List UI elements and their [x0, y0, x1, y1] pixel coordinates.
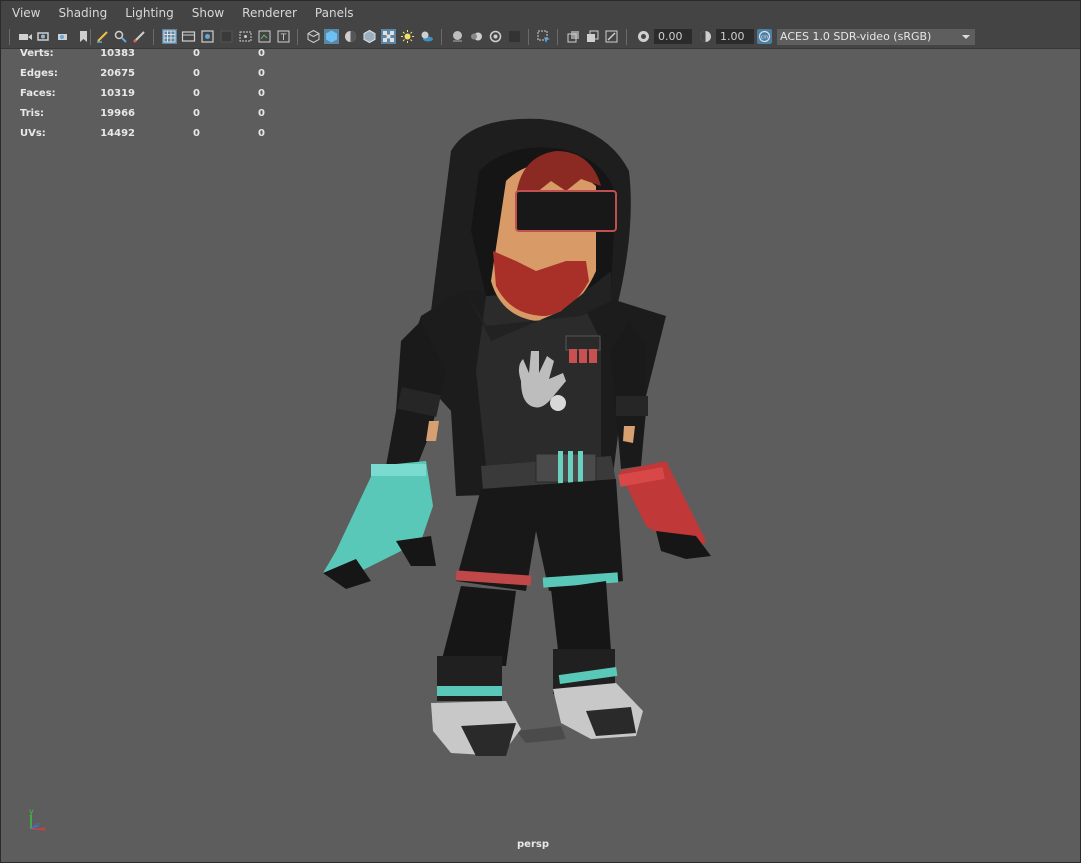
gate-mask-icon[interactable] [219, 29, 234, 44]
exposure-field[interactable]: 0.00 [654, 29, 692, 44]
axis-z-label: z [36, 821, 40, 829]
xray-active-icon[interactable] [585, 29, 600, 44]
axis-y-label: y [29, 807, 34, 816]
hud-row-uvs: UVs: 14492 0 0 [20, 128, 280, 148]
hud-row-faces: Faces: 10319 0 0 [20, 88, 280, 108]
multisample-aa-icon[interactable] [488, 29, 503, 44]
hud-row-verts: Verts: 10383 0 0 [20, 48, 280, 68]
hud-row-tris: Tris: 19966 0 0 [20, 108, 280, 128]
hud-label: Edges: [20, 68, 58, 79]
flat-shade-icon[interactable] [343, 29, 358, 44]
hud-value: 0 [193, 128, 200, 139]
grid-icon[interactable] [162, 29, 177, 44]
wireframe-icon[interactable] [306, 29, 321, 44]
menu-lighting[interactable]: Lighting [114, 1, 181, 26]
camera-lock-icon[interactable] [56, 29, 71, 44]
grease-pencil-icon[interactable] [95, 29, 110, 44]
menu-shading[interactable]: Shading [47, 1, 114, 26]
hud-label: Verts: [20, 48, 54, 59]
hud-value: 0 [258, 88, 265, 99]
safe-title-icon[interactable]: T [276, 29, 291, 44]
use-all-lights-icon[interactable] [400, 29, 415, 44]
hud-value: 0 [193, 88, 200, 99]
panel-menubar: View Shading Lighting Show Renderer Pane… [1, 1, 1080, 26]
toolbar-separator [557, 29, 558, 45]
gamma-field[interactable]: 1.00 [716, 29, 754, 44]
isolate-select-icon[interactable] [536, 29, 551, 44]
smooth-shade-icon[interactable] [324, 29, 339, 44]
wireframe-on-shaded-icon[interactable] [362, 29, 377, 44]
toolbar-separator [441, 29, 442, 45]
select-camera-icon[interactable] [18, 29, 33, 44]
depth-of-field-icon[interactable] [507, 29, 522, 44]
hud-value: 0 [258, 68, 265, 79]
toolbar-separator [626, 29, 627, 45]
menu-renderer[interactable]: Renderer [231, 1, 304, 26]
hud-value: 0 [258, 108, 265, 119]
hud-row-edges: Edges: 20675 0 0 [20, 68, 280, 88]
hud-value: 10319 [100, 88, 135, 99]
hud-label: Faces: [20, 88, 56, 99]
chevron-down-icon[interactable] [957, 29, 975, 45]
exposure-icon[interactable] [636, 29, 651, 44]
shadows-icon[interactable] [419, 29, 434, 44]
character-model[interactable] [311, 111, 731, 771]
toolbar-separator [9, 29, 10, 45]
color-management-dropdown[interactable]: ACES 1.0 SDR-video (sRGB) [777, 29, 975, 45]
hud-value: 0 [258, 48, 265, 59]
field-chart-icon[interactable] [238, 29, 253, 44]
toolbar-separator [297, 29, 298, 45]
axis-x-label: x [42, 825, 46, 833]
hud-label: UVs: [20, 128, 46, 139]
pencil-icon[interactable] [132, 29, 147, 44]
panel-toolbar: T 0.00 1.00 cm ACES 1.0 SDR-video (sRGB) [1, 26, 1080, 49]
hud-value: 19966 [100, 108, 135, 119]
menu-view[interactable]: View [1, 1, 47, 26]
motion-blur-icon[interactable] [469, 29, 484, 44]
menu-show[interactable]: Show [181, 1, 231, 26]
hud-value: 0 [258, 128, 265, 139]
hud-value: 10383 [100, 48, 135, 59]
hud-value: 20675 [100, 68, 135, 79]
two-d-pan-zoom-icon[interactable] [113, 29, 128, 44]
xray-icon[interactable] [566, 29, 581, 44]
textured-icon[interactable] [381, 29, 396, 44]
hud-value: 14492 [100, 128, 135, 139]
svg-text:cm: cm [761, 35, 769, 41]
toolbar-separator [153, 29, 154, 45]
screen-space-ao-icon[interactable] [450, 29, 465, 44]
gamma-icon[interactable] [698, 29, 713, 44]
safe-action-icon[interactable] [257, 29, 272, 44]
hud-value: 0 [193, 48, 200, 59]
svg-text:T: T [280, 33, 287, 43]
axis-gizmo: y z x [23, 807, 53, 837]
hud-label: Tris: [20, 108, 45, 119]
hud-value: 0 [193, 68, 200, 79]
xray-joints-icon[interactable] [604, 29, 619, 44]
menu-panels[interactable]: Panels [304, 1, 361, 26]
bookmark-icon[interactable] [76, 29, 91, 44]
color-management-icon[interactable]: cm [757, 29, 772, 44]
hud-value: 0 [193, 108, 200, 119]
viewport-panel[interactable]: View Shading Lighting Show Renderer Pane… [0, 0, 1081, 863]
camera-attributes-icon[interactable] [36, 29, 51, 44]
toolbar-separator [528, 29, 529, 45]
toolbar-separator [90, 29, 91, 45]
resolution-gate-icon[interactable] [200, 29, 215, 44]
camera-name-label: persp [517, 839, 549, 850]
film-gate-icon[interactable] [181, 29, 196, 44]
